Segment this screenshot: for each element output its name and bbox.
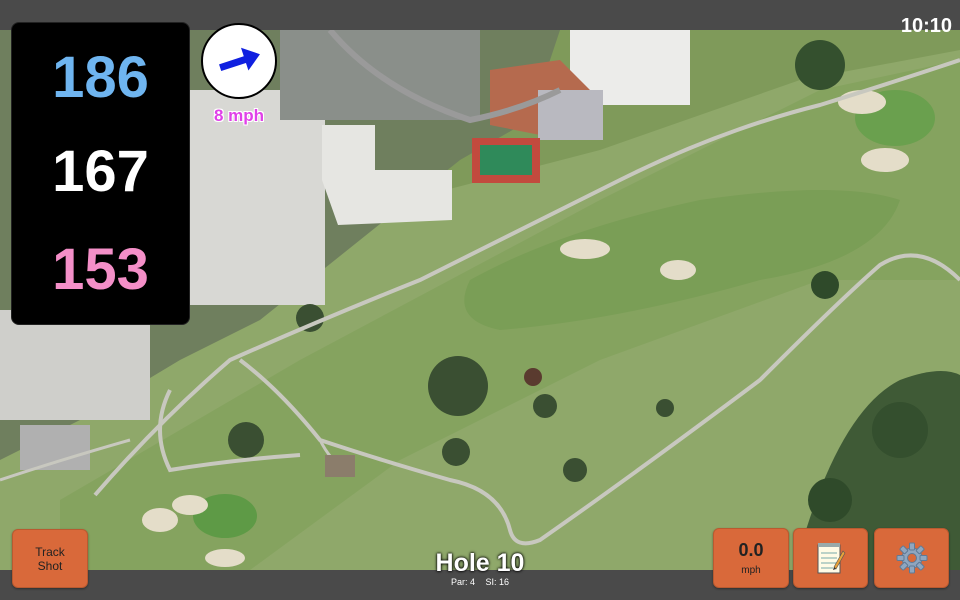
back-distance: 186	[52, 45, 149, 110]
hole-info: Par: 4 SI: 16	[380, 577, 580, 587]
front-distance: 153	[52, 237, 149, 302]
track-shot-label-1: Track	[35, 544, 65, 559]
speed-button[interactable]: 0.0 mph	[713, 528, 789, 588]
clock: 10:10	[900, 15, 952, 37]
settings-button[interactable]	[874, 528, 949, 588]
wind-arrow-icon	[219, 47, 260, 71]
track-shot-label-2: Shot	[37, 558, 63, 573]
speed-value: 0.0	[738, 540, 764, 560]
distance-panel: 186 167 153	[11, 22, 190, 325]
notepad-icon	[817, 543, 845, 574]
hole-title: Hole 10	[435, 549, 525, 577]
wind-indicator[interactable]	[201, 23, 277, 99]
speed-unit: mph	[741, 565, 761, 576]
scorecard-notes-button[interactable]	[793, 528, 868, 588]
hole-stroke-index: SI: 16	[485, 577, 510, 587]
wind-speed: 8 mph	[213, 106, 265, 125]
track-shot-button[interactable]: Track Shot	[12, 529, 88, 588]
hole-par: Par: 4	[450, 577, 475, 587]
gear-icon	[896, 542, 927, 574]
middle-distance: 167	[52, 139, 149, 204]
